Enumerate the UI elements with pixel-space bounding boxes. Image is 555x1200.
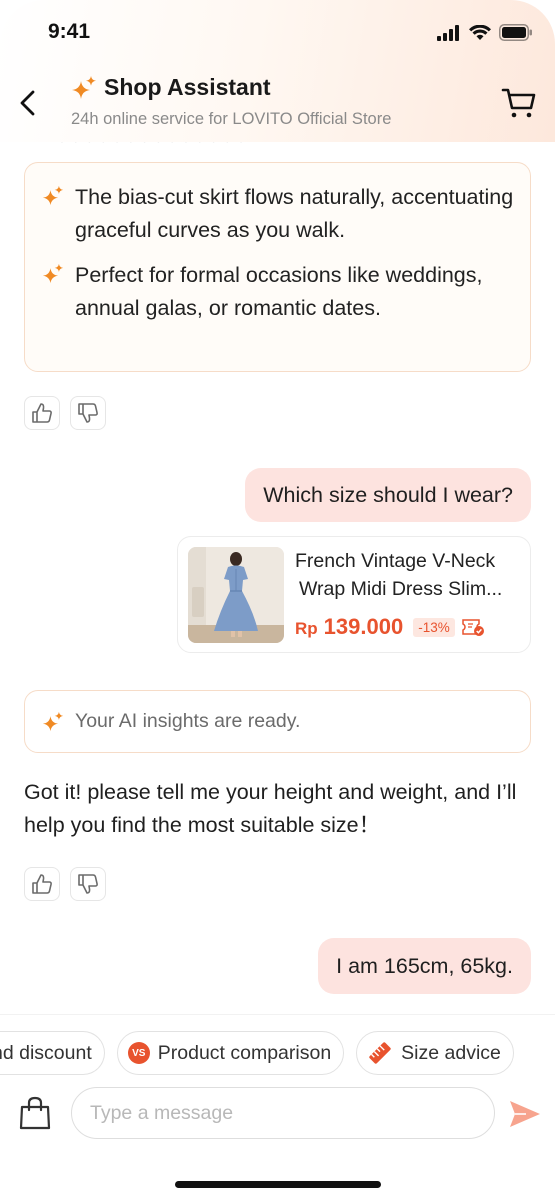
send-icon — [510, 1101, 540, 1127]
wifi-icon — [469, 24, 491, 40]
user-message: Which size should I wear? — [245, 468, 531, 522]
message-input[interactable] — [71, 1087, 495, 1139]
highlight-text: The bias-cut skirt flows naturally, acce… — [75, 185, 514, 242]
ruler-icon — [369, 1042, 391, 1064]
price-row: Rp 139.000 -13% — [295, 614, 485, 640]
product-card[interactable]: French Vintage V-Neck Wrap Midi Dress Sl… — [177, 536, 531, 653]
quick-reply-label: Product comparison — [157, 1041, 332, 1064]
feedback-row — [24, 396, 106, 430]
back-button[interactable] — [18, 86, 44, 120]
thumbs-down-icon — [78, 874, 98, 894]
feedback-row — [24, 867, 106, 901]
status-icons — [437, 24, 533, 41]
user-message: I am 165cm, 65kg. — [318, 938, 531, 994]
bottom-bar: nd discount VS Product comparison Size a… — [0, 1014, 555, 1200]
scrolled-text-remnant: . . . . . . . . . . . . . . — [60, 142, 320, 146]
thumbs-down-icon — [78, 403, 98, 423]
product-image[interactable] — [188, 547, 284, 643]
quick-reply-label: Size advice — [401, 1041, 501, 1064]
product-name-line: French Vintage V-Neck — [295, 550, 496, 572]
home-indicator[interactable] — [175, 1181, 381, 1188]
chat-content[interactable]: . . . . . . . . . . . . . . The bias-cut… — [0, 142, 555, 1014]
phone-screen: 9:41 Shop Assistant 24h online service f… — [0, 0, 555, 1200]
quick-reply-label: nd discount — [0, 1041, 92, 1064]
thumbs-up-button[interactable] — [24, 867, 60, 901]
thumbs-down-button[interactable] — [70, 396, 106, 430]
product-name-line: Wrap Midi Dress Slim... — [299, 578, 503, 600]
sparkle-icon — [42, 185, 64, 206]
highlight-item: Perfect for formal occasions like weddin… — [41, 259, 516, 325]
shopping-bag-icon — [19, 1096, 51, 1130]
dress-image — [188, 547, 284, 643]
sparkle-icon — [72, 75, 96, 99]
battery-icon — [499, 24, 532, 41]
sparkle-icon — [42, 711, 64, 731]
chevron-left-icon — [20, 90, 35, 116]
discount-badge: -13% — [413, 617, 455, 637]
status-time: 9:41 — [48, 20, 91, 43]
product-name[interactable]: French Vintage V-Neck Wrap Midi Dress Sl… — [295, 547, 521, 603]
product-price: 139.000 — [323, 614, 404, 639]
sparkle-icon — [42, 263, 64, 284]
cart-icon — [501, 88, 536, 118]
vs-icon: VS — [127, 1042, 150, 1064]
thumbs-up-icon — [32, 403, 52, 423]
page-subtitle: 24h online service for LOVITO Official S… — [71, 110, 392, 128]
cart-button[interactable] — [501, 86, 537, 120]
quick-replies: nd discount VS Product comparison Size a… — [0, 1031, 514, 1075]
signal-icon — [437, 24, 459, 41]
quick-reply-product-comparison[interactable]: VS Product comparison — [116, 1031, 345, 1075]
page-title: Shop Assistant — [104, 74, 271, 100]
send-button[interactable] — [508, 1097, 542, 1131]
quick-reply-size-advice[interactable]: Size advice — [356, 1031, 514, 1075]
coupon-icon — [461, 619, 484, 636]
highlight-item: The bias-cut skirt flows naturally, acce… — [41, 181, 516, 247]
thumbs-up-button[interactable] — [24, 396, 60, 430]
insight-text: Your AI insights are ready. — [75, 710, 301, 732]
header: 9:41 Shop Assistant 24h online service f… — [0, 0, 555, 142]
thumbs-up-icon — [32, 874, 52, 894]
price-currency: Rp — [295, 618, 318, 638]
shopping-bag-button[interactable] — [18, 1095, 52, 1131]
quick-reply-discount[interactable]: nd discount — [0, 1031, 105, 1075]
assistant-message: Got it! please tell me your height and w… — [24, 780, 517, 837]
ai-insight-card[interactable]: Your AI insights are ready. — [24, 690, 531, 753]
thumbs-down-button[interactable] — [70, 867, 106, 901]
product-highlights-card: The bias-cut skirt flows naturally, acce… — [24, 162, 531, 372]
composer — [0, 1087, 555, 1141]
title-row: Shop Assistant — [70, 74, 271, 101]
highlight-text: Perfect for formal occasions like weddin… — [75, 263, 483, 320]
